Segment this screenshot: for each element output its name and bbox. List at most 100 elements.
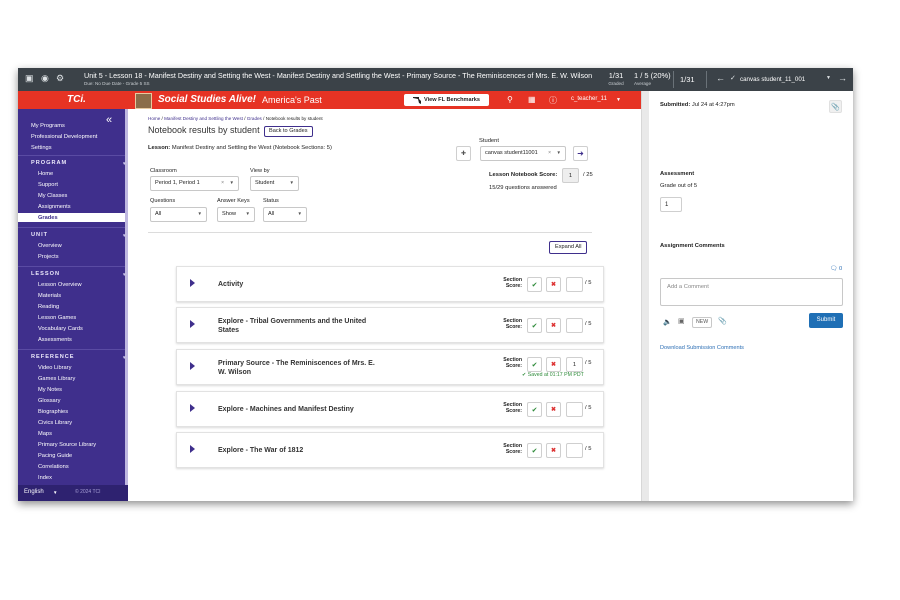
mark-correct-button[interactable]: ✔ (527, 402, 542, 417)
sidebar-item-settings[interactable]: Settings (31, 145, 52, 151)
chevron-down-icon[interactable]: ▼ (826, 75, 831, 81)
collapse-sidebar-icon[interactable]: « (106, 114, 112, 126)
mark-incorrect-button[interactable]: ✖ (546, 402, 561, 417)
sidebar-item-my-programs[interactable]: My Programs (31, 123, 65, 129)
mark-incorrect-button[interactable]: ✖ (546, 277, 561, 292)
user-caret-icon[interactable]: ▼ (616, 97, 621, 103)
mark-correct-button[interactable]: ✔ (527, 443, 542, 458)
sidebar-item-materials[interactable]: Materials (38, 293, 61, 299)
student-select[interactable]: canvas student11001 × ▼ (480, 146, 566, 161)
sidebar-item-video-library[interactable]: Video Library (38, 365, 71, 371)
section-score-input[interactable] (566, 318, 583, 333)
viewby-select[interactable]: Student ▼ (250, 176, 299, 191)
sidebar-item-lesson-overview[interactable]: Lesson Overview (38, 282, 82, 288)
gear-icon[interactable]: ⚙ (56, 73, 64, 84)
comment-textarea[interactable]: Add a Comment (660, 278, 843, 306)
tci-logo[interactable]: TCi. (67, 94, 86, 105)
breadcrumb-lesson[interactable]: Manifest Destiny and Settling the West (164, 116, 243, 121)
back-arrow-icon[interactable]: ← (716, 73, 725, 83)
sidebar-item-professional-development[interactable]: Professional Development (31, 134, 97, 140)
forward-arrow-icon[interactable]: → (838, 73, 847, 83)
back-to-grades-button[interactable]: Back to Grades (264, 126, 313, 137)
expand-triangle-icon[interactable] (190, 320, 195, 328)
language-selector[interactable]: English (24, 489, 44, 495)
section-score-input[interactable]: 1 (566, 357, 583, 372)
sidebar-item-biographies[interactable]: Biographies (38, 409, 68, 415)
student-selector[interactable]: canvas student_11_001 (740, 76, 805, 83)
clear-icon[interactable]: × (221, 180, 224, 186)
questions-select[interactable]: All ▼ (150, 207, 207, 222)
expand-all-button[interactable]: Expand All (549, 241, 588, 254)
mark-incorrect-button[interactable]: ✖ (546, 357, 561, 372)
section-card-tribal-governments[interactable]: Explore - Tribal Governments and the Uni… (176, 307, 604, 343)
document-icon[interactable]: ▣ (25, 73, 34, 84)
sidebar-item-correlations[interactable]: Correlations (38, 464, 69, 470)
section-score-input[interactable] (566, 277, 583, 292)
sidebar-item-home[interactable]: Home (38, 171, 53, 177)
breadcrumb-grades[interactable]: Grades (247, 116, 262, 121)
divider (18, 266, 125, 267)
sidebar-item-assignments[interactable]: Assignments (38, 204, 71, 210)
grade-input[interactable]: 1 (660, 197, 682, 212)
previous-student-button[interactable]: ✚ (456, 146, 471, 161)
sidebar-item-overview[interactable]: Overview (38, 243, 62, 249)
media-icon[interactable]: ▣ (678, 317, 685, 325)
expand-triangle-icon[interactable] (190, 404, 195, 412)
section-card-activity[interactable]: Activity Section Score: ✔ ✖ / 5 (176, 266, 604, 302)
gift-icon[interactable]: ▦ (528, 95, 536, 104)
sidebar-item-primary-source-library[interactable]: Primary Source Library (38, 442, 96, 448)
mark-incorrect-button[interactable]: ✖ (546, 318, 561, 333)
new-badge[interactable]: NEW (692, 317, 713, 328)
sidebar-item-support[interactable]: Support (38, 182, 58, 188)
attachment-icon[interactable]: 📎 (718, 317, 727, 325)
help-icon[interactable]: ⓘ (549, 95, 557, 106)
chevron-down-icon[interactable]: ▼ (122, 161, 126, 166)
mark-correct-button[interactable]: ✔ (527, 277, 542, 292)
mark-incorrect-button[interactable]: ✖ (546, 443, 561, 458)
download-comments-link[interactable]: Download Submission Comments (660, 345, 744, 351)
submit-button[interactable]: Submit (809, 313, 843, 328)
section-card-primary-source[interactable]: Primary Source - The Reminiscences of Mr… (176, 349, 604, 385)
expand-triangle-icon[interactable] (190, 445, 195, 453)
sidebar-item-civics-library[interactable]: Civics Library (38, 420, 72, 426)
sidebar-item-lesson-games[interactable]: Lesson Games (38, 315, 76, 321)
breadcrumb-home[interactable]: Home (148, 116, 160, 121)
search-icon[interactable]: ⚲ (507, 95, 513, 104)
user-menu[interactable]: c_teacher_11 (571, 96, 607, 102)
sidebar-item-grades[interactable]: Grades (38, 215, 58, 221)
mark-correct-button[interactable]: ✔ (527, 318, 542, 333)
clear-icon[interactable]: × (548, 150, 551, 156)
eye-icon[interactable]: ◉ (41, 73, 49, 84)
chevron-down-icon[interactable]: ▼ (53, 490, 57, 495)
section-card-war-of-1812[interactable]: Explore - The War of 1812 Section Score:… (176, 432, 604, 468)
sidebar-item-maps[interactable]: Maps (38, 431, 52, 437)
sidebar-item-reading[interactable]: Reading (38, 304, 59, 310)
chevron-down-icon[interactable]: ▼ (122, 233, 126, 238)
speaker-icon[interactable]: 🔈 (663, 318, 672, 326)
paperclip-icon[interactable]: 📎 (829, 100, 842, 113)
sidebar-item-assessments[interactable]: Assessments (38, 337, 72, 343)
section-score-input[interactable] (566, 443, 583, 458)
sidebar-item-my-notes[interactable]: My Notes (38, 387, 62, 393)
sidebar-item-pacing-guide[interactable]: Pacing Guide (38, 453, 72, 459)
notebook-score-label: Lesson Notebook Score: (489, 172, 558, 178)
view-fl-benchmarks-button[interactable]: View FL Benchmarks (404, 94, 489, 106)
expand-triangle-icon[interactable] (190, 279, 195, 287)
sidebar-item-games-library[interactable]: Games Library (38, 376, 75, 382)
classroom-select[interactable]: Period 1, Period 1 × ▼ (150, 176, 239, 191)
assignment-title[interactable]: Unit 5 - Lesson 18 - Manifest Destiny an… (84, 71, 592, 80)
chevron-down-icon[interactable]: ▼ (122, 272, 126, 277)
status-select[interactable]: All ▼ (263, 207, 307, 222)
sidebar-item-vocabulary-cards[interactable]: Vocabulary Cards (38, 326, 83, 332)
sidebar-item-my-classes[interactable]: My Classes (38, 193, 67, 199)
sidebar-item-projects[interactable]: Projects (38, 254, 59, 260)
sidebar-item-index[interactable]: Index (38, 475, 52, 481)
next-student-button[interactable]: ➜ (573, 146, 588, 161)
chevron-down-icon[interactable]: ▼ (122, 355, 126, 360)
mark-correct-button[interactable]: ✔ (527, 357, 542, 372)
sidebar-item-glossary[interactable]: Glossary (38, 398, 60, 404)
expand-triangle-icon[interactable] (190, 362, 195, 370)
section-card-machines[interactable]: Explore - Machines and Manifest Destiny … (176, 391, 604, 427)
answer-keys-select[interactable]: Show ▼ (217, 207, 255, 222)
section-score-input[interactable] (566, 402, 583, 417)
